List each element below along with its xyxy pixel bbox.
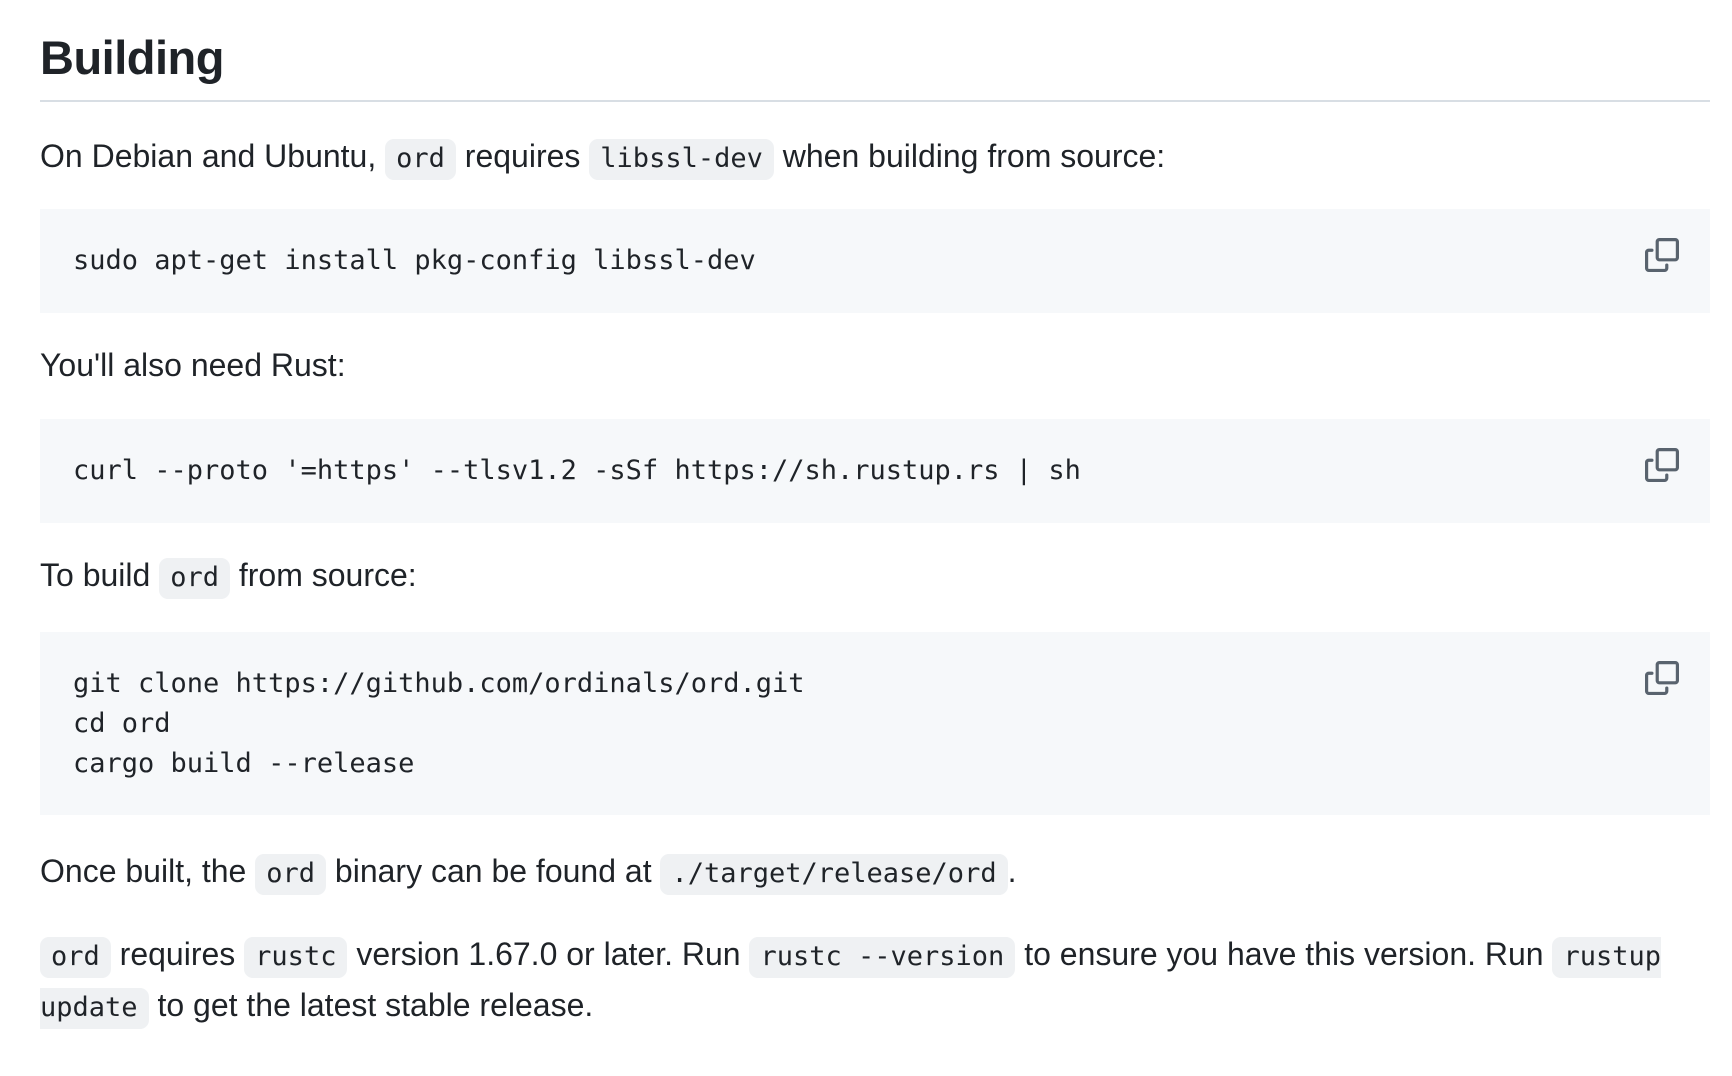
text-segment: binary can be found at xyxy=(326,853,661,889)
text-segment: version 1.67.0 or later. Run xyxy=(347,936,750,972)
text-segment: requires xyxy=(455,138,590,174)
inline-code: libssl-dev xyxy=(589,139,774,180)
inline-code: rustc --version xyxy=(749,937,1016,978)
text-segment: Once built, the xyxy=(40,853,256,889)
binary-location-text: Once built, the ord binary can be found … xyxy=(40,847,1710,898)
inline-code: ./target/release/ord xyxy=(660,854,1008,895)
inline-code: ord xyxy=(40,937,111,978)
section-heading: Building xyxy=(40,0,1710,102)
copy-button[interactable] xyxy=(1642,658,1682,698)
text-segment: To build xyxy=(40,557,160,593)
inline-code: ord xyxy=(385,139,456,180)
rustc-version-text: ord requires rustc version 1.67.0 or lat… xyxy=(40,930,1710,1032)
text-segment: . xyxy=(1007,853,1017,889)
text-segment: requires xyxy=(110,936,245,972)
text-segment: from source: xyxy=(229,557,417,593)
text-segment: On Debian and Ubuntu, xyxy=(40,138,386,174)
build-from-source-text: To build ord from source: xyxy=(40,551,1710,602)
code-block-rustup: curl --proto '=https' --tlsv1.2 -sSf htt… xyxy=(40,419,1710,523)
code-block-git-clone: git clone https://github.com/ordinals/or… xyxy=(40,632,1710,815)
code-block-apt-install: sudo apt-get install pkg-config libssl-d… xyxy=(40,209,1710,313)
rust-requirement-text: You'll also need Rust: xyxy=(40,347,346,383)
debian-requirements-text: On Debian and Ubuntu, ord requires libss… xyxy=(40,132,1710,183)
copy-button[interactable] xyxy=(1642,445,1682,485)
code-text[interactable]: curl --proto '=https' --tlsv1.2 -sSf htt… xyxy=(73,451,1630,491)
copy-icon xyxy=(1645,238,1679,272)
copy-icon xyxy=(1645,661,1679,695)
text-segment: when building from source: xyxy=(773,138,1166,174)
inline-code: rustc xyxy=(244,937,348,978)
readme-section: Building On Debian and Ubuntu, ord requi… xyxy=(40,0,1710,1032)
inline-code: ord xyxy=(255,854,327,895)
text-segment: to ensure you have this version. Run xyxy=(1015,936,1553,972)
inline-code: ord xyxy=(159,558,230,599)
text-segment: to get the latest stable release. xyxy=(148,987,594,1023)
copy-icon xyxy=(1645,448,1679,482)
code-text[interactable]: git clone https://github.com/ordinals/or… xyxy=(73,664,1630,784)
copy-button[interactable] xyxy=(1642,235,1682,275)
code-text[interactable]: sudo apt-get install pkg-config libssl-d… xyxy=(73,241,1630,281)
